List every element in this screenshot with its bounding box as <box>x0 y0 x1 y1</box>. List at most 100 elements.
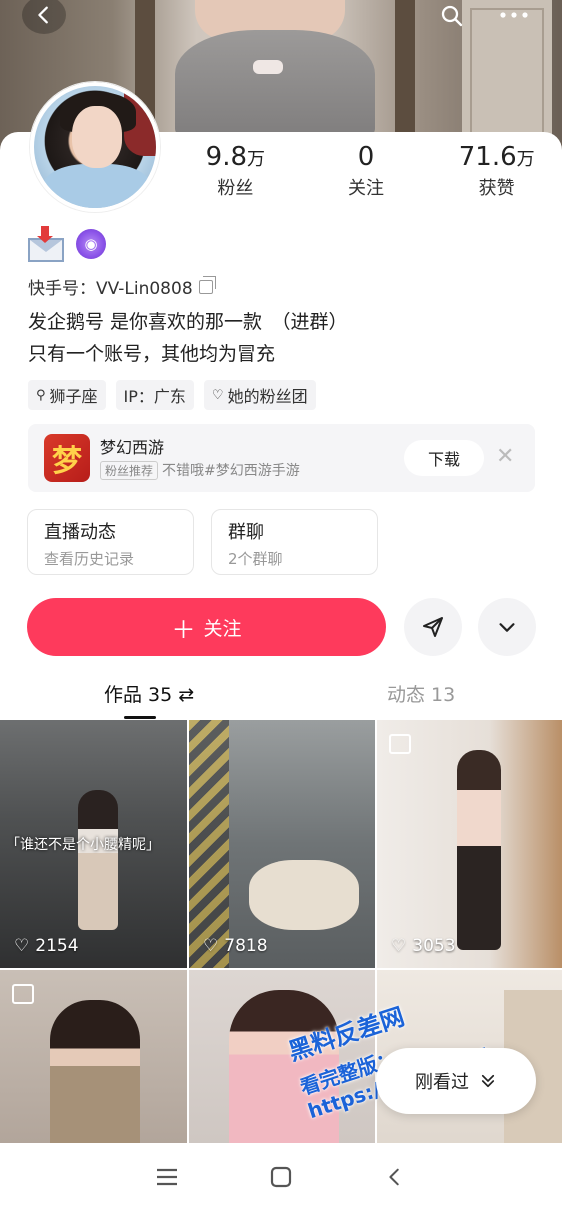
banner-image-skirt <box>175 30 375 140</box>
game-desc: 不错哦#梦幻西游手游 <box>162 463 300 479</box>
video-thumbnail <box>457 750 501 950</box>
mail-badge-icon[interactable] <box>28 226 64 262</box>
system-back-button[interactable] <box>375 1157 415 1197</box>
square-icon <box>270 1166 292 1188</box>
kuaishou-id-text: 快手号：VV-Lin0808 <box>28 279 193 299</box>
follow-button[interactable]: ＋ 关注 <box>27 598 386 656</box>
game-logo-icon: 梦 <box>44 434 90 482</box>
stat-likes-number: 71.6 <box>458 142 517 172</box>
recently-viewed-button[interactable]: 刚看过 <box>376 1048 536 1114</box>
stat-likes-unit: 万 <box>516 149 535 170</box>
video-likes-count: 3053 <box>412 936 456 956</box>
recents-button[interactable] <box>147 1157 187 1197</box>
video-likes: ♡ 2154 <box>14 936 79 956</box>
game-name: 梦幻西游 <box>100 438 165 457</box>
gallery-icon <box>389 734 411 754</box>
banner-frame-right <box>395 0 415 150</box>
tag-fan-club-label: 她的粉丝团 <box>227 387 308 406</box>
gallery-icon <box>12 984 34 1004</box>
video-grid: 「谁还不是个小腰精呢」 ♡ 2154 ♡ 7818 ♡ 3053 <box>0 720 562 1211</box>
chevron-left-icon <box>389 1168 399 1186</box>
heart-icon: ♡ <box>391 936 407 956</box>
tab-works[interactable]: 作品 35 ⇄ <box>104 680 194 719</box>
copy-icon[interactable] <box>198 275 216 294</box>
group-chat-card[interactable]: 群聊 2个群聊 <box>211 509 378 575</box>
video-tile[interactable]: 「谁还不是个小腰精呢」 ♡ 2154 <box>0 720 187 968</box>
send-icon <box>423 617 443 637</box>
video-tile[interactable]: ♡ 3053 <box>377 720 562 968</box>
sort-icon[interactable]: ⇄ <box>178 684 194 706</box>
avatar-hoodie <box>42 164 152 208</box>
profile-tags: ⚲ 狮子座 IP：广东 ♡ 她的粉丝团 <box>28 380 316 410</box>
expand-button[interactable] <box>478 598 536 656</box>
tab-moments[interactable]: 动态 13 <box>387 680 455 707</box>
group-chat-title: 群聊 <box>228 522 264 543</box>
follow-label: 关注 <box>203 617 242 640</box>
stat-following-number: 0 <box>357 142 375 172</box>
home-button[interactable] <box>261 1157 301 1197</box>
tag-ip: IP：广东 <box>115 380 194 410</box>
bio: 发企鹅号 是你喜欢的那一款 （进群） 只有一个账号，其他均为冒充 <box>28 306 348 370</box>
close-icon[interactable]: ✕ <box>496 444 514 469</box>
stat-likes-value: 71.6万 <box>431 142 562 172</box>
stat-fans-label: 粉丝 <box>217 178 254 199</box>
video-likes-count: 2154 <box>35 936 79 956</box>
recently-viewed-label: 刚看过 <box>415 1072 469 1093</box>
video-likes: ♡ 3053 <box>391 936 456 956</box>
tag-fan-club[interactable]: ♡ 她的粉丝团 <box>203 380 316 410</box>
game-sub: 粉丝推荐 不错哦#梦幻西游手游 <box>100 460 300 480</box>
mail-arrow <box>37 226 53 243</box>
plus-icon: ＋ <box>171 615 196 644</box>
video-likes: ♡ 7818 <box>203 936 268 956</box>
tag-zodiac[interactable]: ⚲ 狮子座 <box>28 380 106 410</box>
tag-zodiac-label: 狮子座 <box>49 387 98 406</box>
bio-line-1: 发企鹅号 是你喜欢的那一款 （进群） <box>28 311 348 333</box>
live-history-sub: 查看历史记录 <box>44 550 135 568</box>
system-nav-bar <box>0 1143 562 1211</box>
stat-following-value: 0 <box>301 142 432 172</box>
avatar-face <box>72 106 122 168</box>
badges: ◉ <box>28 226 106 262</box>
female-icon: ⚲ <box>36 387 46 403</box>
double-chevron-down-icon <box>481 1074 495 1088</box>
group-chat-sub: 2个群聊 <box>228 550 283 568</box>
stat-fans-number: 9.8 <box>205 142 248 172</box>
heart-icon: ♡ <box>14 936 30 956</box>
stat-fans-unit: 万 <box>247 149 266 170</box>
fan-badge-icon[interactable]: ◉ <box>76 229 106 259</box>
search-icon <box>441 5 463 27</box>
video-thumbnail <box>78 790 118 930</box>
stat-following[interactable]: 0 关注 <box>301 142 432 200</box>
profile-stats: 9.8万 粉丝 0 关注 71.6万 获赞 <box>170 142 562 200</box>
tab-moments-label: 动态 13 <box>387 684 456 706</box>
fan-recommend-pill: 粉丝推荐 <box>100 460 159 480</box>
download-button[interactable]: 下载 <box>404 440 484 476</box>
kuaishou-id[interactable]: 快手号：VV-Lin0808 <box>28 274 216 299</box>
video-thumbnail-detail <box>249 860 359 930</box>
stat-likes[interactable]: 71.6万 获赞 <box>431 142 562 200</box>
content-tabs: 作品 35 ⇄ 动态 13 <box>0 676 562 719</box>
stat-likes-label: 获赞 <box>478 178 515 199</box>
bio-line-2: 只有一个账号，其他均为冒充 <box>28 343 276 365</box>
tag-ip-label: IP：广东 <box>123 387 186 406</box>
stat-fans[interactable]: 9.8万 粉丝 <box>170 142 301 200</box>
menu-icon <box>157 1168 177 1186</box>
share-button[interactable] <box>404 598 462 656</box>
video-caption: 「谁还不是个小腰精呢」 <box>6 837 160 853</box>
video-likes-count: 7818 <box>224 936 268 956</box>
stat-following-label: 关注 <box>348 178 384 199</box>
live-history-card[interactable]: 直播动态 查看历史记录 <box>27 509 194 575</box>
game-promo-card[interactable]: 梦 梦幻西游 粉丝推荐 不错哦#梦幻西游手游 下载 ✕ <box>28 424 535 492</box>
video-thumbnail <box>189 720 229 968</box>
more-dots-icon <box>500 12 528 18</box>
avatar[interactable] <box>30 82 160 212</box>
tab-works-label: 作品 35 <box>104 684 173 706</box>
chevron-down-icon <box>499 623 515 632</box>
heart-outline-icon: ♡ <box>211 387 224 403</box>
video-tile[interactable]: ♡ 7818 <box>189 720 375 968</box>
stat-fans-value: 9.8万 <box>170 142 301 172</box>
banner-image-bow <box>253 60 283 74</box>
heart-icon: ♡ <box>203 936 219 956</box>
tab-underline <box>124 716 156 719</box>
live-history-title: 直播动态 <box>44 522 116 543</box>
